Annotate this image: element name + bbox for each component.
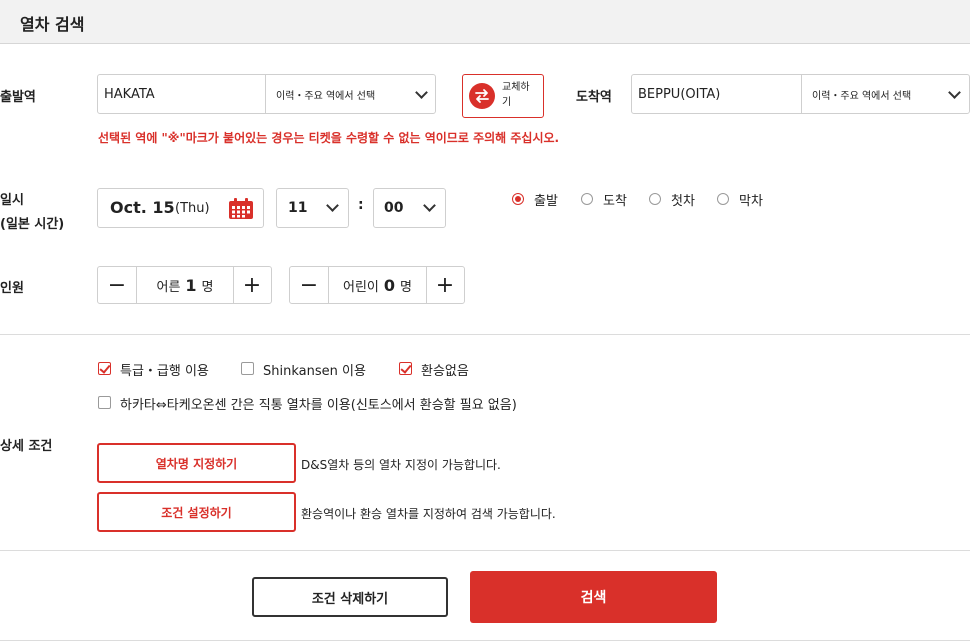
departure-station-input[interactable]: HAKATA <box>98 75 270 113</box>
adult-minus-button[interactable]: − <box>98 267 136 303</box>
check-direct-train[interactable]: 하카타⇔타케오온센 간은 직통 열차를 이용(신토스에서 환승할 필요 없음) <box>98 394 568 413</box>
radio-departure[interactable]: 출발 <box>512 190 572 209</box>
radio-arrival-control <box>581 193 593 205</box>
page-title: 열차 검색 <box>20 15 85 34</box>
adult-count-value: 1 <box>185 275 197 295</box>
child-plus-button[interactable]: + <box>426 267 464 303</box>
specify-train-name-description: D&S열차 등의 열차 지정이 가능합니다. <box>301 458 501 472</box>
chevron-down-icon <box>415 86 428 99</box>
check-express[interactable]: 특급・급행 이용 <box>98 360 228 379</box>
adult-count-label: 어른 <box>156 279 181 295</box>
radio-first-train[interactable]: 첫차 <box>649 190 709 209</box>
radio-last-train[interactable]: 막차 <box>717 190 777 209</box>
date-main: Oct. 15 <box>110 198 175 217</box>
set-conditions-button[interactable]: 조건 설정하기 <box>97 492 296 532</box>
departure-station-box: HAKATA 이력・주요 역에서 선택 <box>97 74 436 114</box>
child-count-unit: 명 <box>400 279 412 295</box>
arrival-history-select[interactable]: 이력・주요 역에서 선택 <box>801 75 970 113</box>
radio-arrival-label: 도착 <box>603 194 627 209</box>
minute-select[interactable]: 00 <box>373 188 446 228</box>
departure-label: 출발역 <box>0 90 36 105</box>
check-express-label: 특급・급행 이용 <box>120 364 209 379</box>
arrival-label: 도착역 <box>576 90 612 105</box>
child-count-value: 0 <box>383 275 396 295</box>
check-no-transfer-label: 환승없음 <box>421 364 469 379</box>
section-divider <box>0 640 970 641</box>
station-warning: 선택된 역에 "※"마크가 붙어있는 경우는 티켓을 수령할 수 없는 역이므로… <box>98 131 560 145</box>
swap-icon <box>469 83 495 109</box>
date-picker[interactable]: Oct. 15 (Thu) <box>97 188 264 228</box>
check-shinkansen-label: Shinkansen 이용 <box>263 364 366 379</box>
child-stepper: − 어린이 0 명 + <box>289 266 465 304</box>
check-shinkansen[interactable]: Shinkansen 이용 <box>241 360 391 379</box>
chevron-down-icon <box>948 86 961 99</box>
hour-select[interactable]: 11 <box>276 188 349 228</box>
child-minus-button[interactable]: − <box>290 267 328 303</box>
minute-value: 00 <box>384 200 404 216</box>
page-header <box>0 0 970 44</box>
specify-train-name-button[interactable]: 열차명 지정하기 <box>97 443 296 483</box>
swap-stations-button[interactable]: 교체하기 <box>462 74 544 118</box>
search-button[interactable]: 검색 <box>470 571 717 623</box>
departure-history-select[interactable]: 이력・주요 역에서 선택 <box>265 75 446 113</box>
check-express-box <box>98 362 111 375</box>
check-direct-train-box <box>98 396 111 409</box>
details-label: 상세 조건 <box>0 439 53 454</box>
check-shinkansen-box <box>241 362 254 375</box>
hour-value: 11 <box>288 200 308 216</box>
time-separator: : <box>358 197 364 213</box>
check-direct-train-label: 하카타⇔타케오온센 간은 직통 열차를 이용(신토스에서 환승할 필요 없음) <box>120 398 517 413</box>
adult-stepper: − 어른 1 명 + <box>97 266 272 304</box>
radio-arrival[interactable]: 도착 <box>581 190 641 209</box>
calendar-icon[interactable] <box>228 197 254 220</box>
passengers-label: 인원 <box>0 281 24 296</box>
section-divider <box>0 334 970 335</box>
radio-last-train-label: 막차 <box>739 194 763 209</box>
datetime-sublabel: (일본 시간) <box>0 217 65 232</box>
clear-conditions-button[interactable]: 조건 삭제하기 <box>252 577 448 617</box>
radio-first-train-label: 첫차 <box>671 194 695 209</box>
arrival-station-input[interactable]: BEPPU(OITA) <box>632 75 806 113</box>
check-no-transfer-box <box>399 362 412 375</box>
arrival-history-select-label: 이력・주요 역에서 선택 <box>812 90 912 102</box>
swap-label: 교체하기 <box>502 82 530 108</box>
check-no-transfer[interactable]: 환승없음 <box>399 360 489 379</box>
radio-departure-control <box>512 193 524 205</box>
radio-departure-label: 출발 <box>534 194 558 209</box>
child-count-label: 어린이 <box>343 279 379 295</box>
datetime-label: 일시 <box>0 193 24 208</box>
chevron-down-icon <box>423 199 436 212</box>
adult-plus-button[interactable]: + <box>233 267 271 303</box>
departure-history-select-label: 이력・주요 역에서 선택 <box>276 90 376 102</box>
arrival-station-box: BEPPU(OITA) 이력・주요 역에서 선택 <box>631 74 970 114</box>
radio-last-train-control <box>717 193 729 205</box>
child-count: 어린이 0 명 <box>328 267 427 303</box>
set-conditions-description: 환승역이나 환승 열차를 지정하여 검색 가능합니다. <box>301 507 556 521</box>
adult-count-unit: 명 <box>201 279 214 295</box>
radio-first-train-control <box>649 193 661 205</box>
adult-count: 어른 1 명 <box>136 267 234 303</box>
section-divider <box>0 550 970 551</box>
chevron-down-icon <box>326 199 339 212</box>
date-day: (Thu) <box>175 201 210 216</box>
